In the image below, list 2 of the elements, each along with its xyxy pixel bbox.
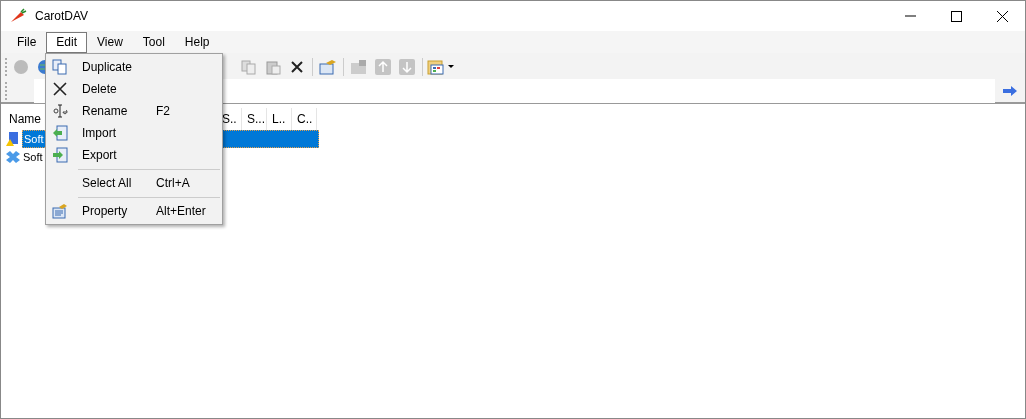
window-title: CarotDAV [35, 8, 89, 25]
file-name: Soft [22, 149, 44, 165]
